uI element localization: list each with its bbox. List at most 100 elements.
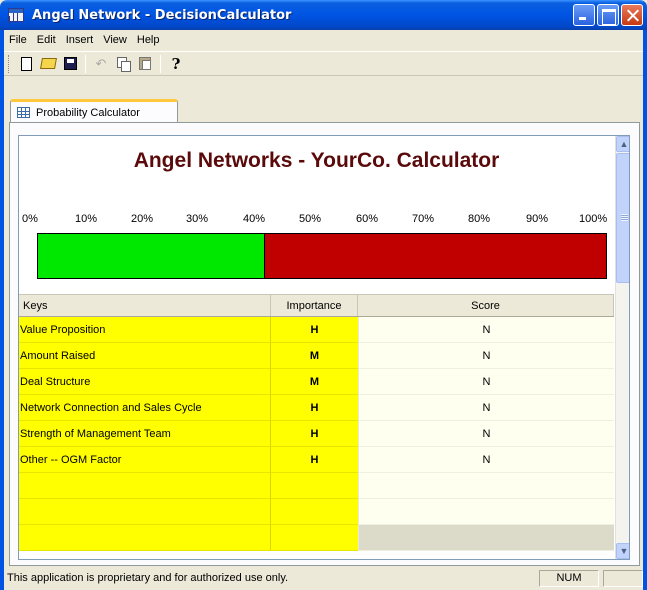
probability-bar — [37, 233, 607, 279]
grid-row[interactable]: Deal Structure M N — [19, 369, 614, 395]
importance-cell[interactable]: H — [271, 447, 358, 473]
maximize-button[interactable] — [597, 4, 619, 26]
score-cell[interactable] — [358, 525, 614, 551]
key-cell[interactable]: Deal Structure — [19, 369, 271, 395]
toolbar: ↶ ? — [4, 51, 643, 76]
tab-probability-calculator[interactable]: Probability Calculator — [10, 99, 178, 123]
scale-label: 50% — [299, 213, 322, 225]
scale-label: 90% — [526, 213, 549, 225]
toolbar-separator — [85, 54, 86, 73]
toolbar-separator — [160, 54, 161, 73]
open-icon — [39, 58, 57, 69]
score-cell[interactable]: N — [358, 343, 614, 369]
column-header-importance[interactable]: Importance — [271, 295, 358, 316]
window-controls — [573, 4, 643, 26]
table-icon — [17, 107, 30, 118]
key-cell[interactable]: Strength of Management Team — [19, 421, 271, 447]
status-resize-grip[interactable] — [603, 569, 643, 587]
copy-button[interactable] — [112, 53, 134, 75]
help-button[interactable]: ? — [165, 53, 187, 75]
score-cell[interactable] — [358, 473, 614, 499]
new-button[interactable] — [15, 53, 37, 75]
scale-label: 60% — [356, 213, 379, 225]
grid-row[interactable]: Other -- OGM Factor H N — [19, 447, 614, 473]
scale-label: 30% — [186, 213, 209, 225]
importance-cell[interactable]: M — [271, 343, 358, 369]
minimize-button[interactable] — [573, 4, 595, 26]
probability-bar-remaining — [265, 234, 606, 278]
save-icon — [63, 57, 77, 70]
status-bar: This application is proprietary and for … — [4, 568, 643, 588]
calculator-view: Angel Networks - YourCo. Calculator 0% 10… — [18, 135, 630, 560]
paste-icon — [139, 57, 151, 70]
menu-bar: File Edit Insert View Help — [4, 30, 643, 50]
probability-bar-fill — [38, 234, 266, 278]
key-cell[interactable] — [19, 473, 271, 499]
grid-row[interactable] — [19, 473, 614, 499]
importance-cell[interactable]: H — [271, 421, 358, 447]
menu-help[interactable]: Help — [132, 34, 165, 46]
menu-view[interactable]: View — [98, 34, 132, 46]
menu-file[interactable]: File — [4, 34, 32, 46]
key-cell[interactable]: Amount Raised — [19, 343, 271, 369]
menu-insert[interactable]: Insert — [61, 34, 99, 46]
scroll-down-button[interactable]: ▼ — [616, 543, 629, 559]
toolbar-grip[interactable] — [8, 54, 11, 73]
importance-cell[interactable] — [271, 525, 358, 551]
scroll-thumb[interactable] — [616, 153, 629, 283]
keys-grid: Keys Importance Score Value Proposition H… — [19, 294, 614, 551]
key-cell[interactable] — [19, 525, 271, 551]
grid-row[interactable]: Value Proposition H N — [19, 317, 614, 343]
column-header-keys[interactable]: Keys — [19, 295, 271, 316]
vertical-scrollbar[interactable]: ▲ ▼ — [615, 136, 629, 559]
score-cell[interactable]: N — [358, 421, 614, 447]
window-border-right — [643, 30, 647, 590]
scale-label: 70% — [412, 213, 435, 225]
scale-label: 20% — [131, 213, 154, 225]
scroll-up-button[interactable]: ▲ — [616, 136, 629, 152]
scale-label: 40% — [243, 213, 266, 225]
score-cell[interactable]: N — [358, 369, 614, 395]
close-button[interactable] — [621, 4, 643, 26]
app-grid-icon — [8, 8, 24, 22]
key-cell[interactable]: Network Connection and Sales Cycle — [19, 395, 271, 421]
grid-row[interactable] — [19, 525, 614, 551]
grid-row[interactable]: Network Connection and Sales Cycle H N — [19, 395, 614, 421]
importance-cell[interactable]: H — [271, 317, 358, 343]
importance-cell[interactable] — [271, 499, 358, 525]
window-border-left — [0, 30, 4, 590]
column-header-score[interactable]: Score — [358, 295, 614, 316]
window-title: Angel Network - DecisionCalculator — [32, 7, 292, 23]
scale-label: 0% — [22, 213, 38, 225]
new-icon — [20, 56, 32, 71]
status-message: This application is proprietary and for … — [7, 572, 289, 584]
tab-panel: Angel Networks - YourCo. Calculator 0% 10… — [9, 122, 640, 566]
key-cell[interactable]: Value Proposition — [19, 317, 271, 343]
grid-header: Keys Importance Score — [19, 294, 614, 317]
key-cell[interactable] — [19, 499, 271, 525]
grid-row[interactable]: Amount Raised M N — [19, 343, 614, 369]
score-cell[interactable]: N — [358, 317, 614, 343]
menu-edit[interactable]: Edit — [32, 34, 61, 46]
tab-label: Probability Calculator — [36, 106, 140, 119]
importance-cell[interactable]: H — [271, 395, 358, 421]
score-cell[interactable] — [358, 499, 614, 525]
key-cell[interactable]: Other -- OGM Factor — [19, 447, 271, 473]
score-cell[interactable]: N — [358, 395, 614, 421]
importance-cell[interactable] — [271, 473, 358, 499]
title-bar: Angel Network - DecisionCalculator — [0, 0, 647, 30]
importance-cell[interactable]: M — [271, 369, 358, 395]
scale-label: 10% — [75, 213, 98, 225]
open-button[interactable] — [37, 53, 59, 75]
grid-row[interactable]: Strength of Management Team H N — [19, 421, 614, 447]
save-button[interactable] — [59, 53, 81, 75]
help-icon: ? — [171, 54, 181, 73]
calculator-heading: Angel Networks - YourCo. Calculator — [133, 149, 500, 172]
paste-button[interactable] — [134, 53, 156, 75]
grid-row[interactable] — [19, 499, 614, 525]
score-cell[interactable]: N — [358, 447, 614, 473]
copy-icon — [116, 57, 131, 72]
undo-button[interactable]: ↶ — [90, 53, 112, 75]
grid-body: Value Proposition H N Amount Raised M N Deal S… — [19, 317, 614, 551]
undo-icon: ↶ — [95, 55, 107, 71]
